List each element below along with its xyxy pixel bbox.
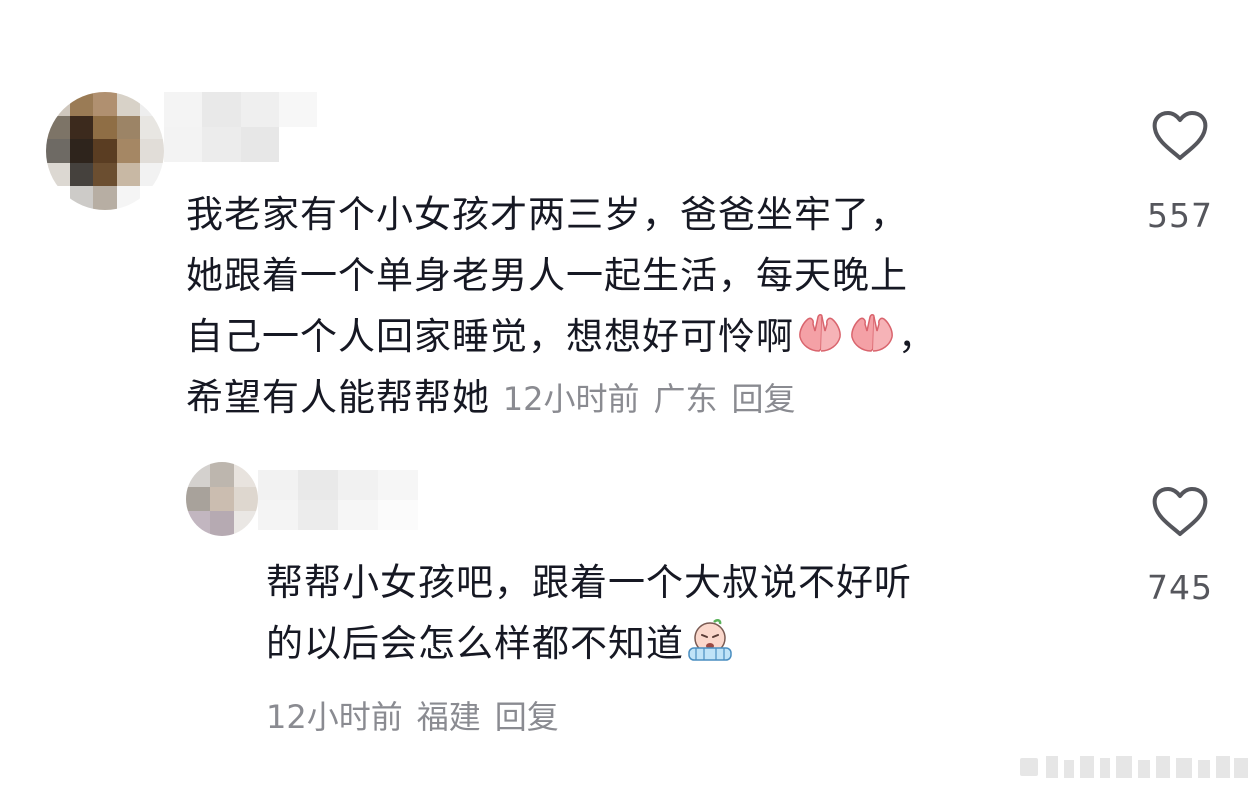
heart-outline-icon bbox=[1152, 487, 1208, 536]
praying-hands-emoji bbox=[851, 314, 893, 352]
comment-line-text: 的以后会怎么样都不知道 bbox=[266, 622, 684, 665]
comment-time: 12小时前 bbox=[502, 380, 640, 418]
comment-line: 我老家有个小女孩才两三岁，爸爸坐牢了， bbox=[186, 193, 908, 236]
like-count: 745 bbox=[1147, 568, 1213, 607]
like-button[interactable]: 745 bbox=[1140, 486, 1220, 607]
crying-emoji bbox=[688, 619, 732, 661]
reply-button[interactable]: 回复 bbox=[732, 380, 796, 418]
reply-text: 帮帮小女孩吧，跟着一个大叔说不好听 的以后会怎么样都不知道 bbox=[266, 552, 1086, 674]
comment-line: 的以后会怎么样都不知道 bbox=[266, 613, 1086, 674]
username[interactable] bbox=[258, 470, 458, 530]
username[interactable] bbox=[164, 92, 394, 162]
comment-location: 广东 bbox=[653, 380, 718, 418]
heart-outline-icon bbox=[1152, 111, 1208, 160]
praying-hands-emoji bbox=[799, 314, 841, 352]
comment-line-text: ， bbox=[898, 315, 936, 358]
comment-line: 自己一个人回家睡觉，想想好可怜啊 ， bbox=[186, 306, 1086, 367]
reply-meta: 12小时前 福建 回复 bbox=[266, 692, 559, 742]
reply-time: 12小时前 bbox=[266, 698, 403, 736]
comment-line-text: 希望有人能帮帮她 bbox=[186, 376, 490, 419]
reply-location: 福建 bbox=[416, 698, 481, 736]
reply-button[interactable]: 回复 bbox=[495, 698, 559, 736]
like-count: 557 bbox=[1147, 196, 1213, 235]
like-button[interactable]: 557 bbox=[1140, 110, 1220, 235]
comment-line: 帮帮小女孩吧，跟着一个大叔说不好听 bbox=[266, 561, 912, 604]
comment-line: 她跟着一个单身老男人一起生活，每天晚上 bbox=[186, 254, 908, 297]
avatar[interactable] bbox=[186, 462, 258, 536]
watermark bbox=[1020, 756, 1248, 778]
comment-line: 希望有人能帮帮她 12小时前 广东 回复 bbox=[186, 367, 1086, 430]
comment-line-text: 自己一个人回家睡觉，想想好可怜啊 bbox=[186, 315, 794, 358]
comment-meta: 12小时前 广东 回复 bbox=[503, 380, 796, 418]
comment-text: 我老家有个小女孩才两三岁，爸爸坐牢了， 她跟着一个单身老男人一起生活，每天晚上 … bbox=[186, 184, 1086, 430]
avatar[interactable] bbox=[46, 92, 164, 210]
